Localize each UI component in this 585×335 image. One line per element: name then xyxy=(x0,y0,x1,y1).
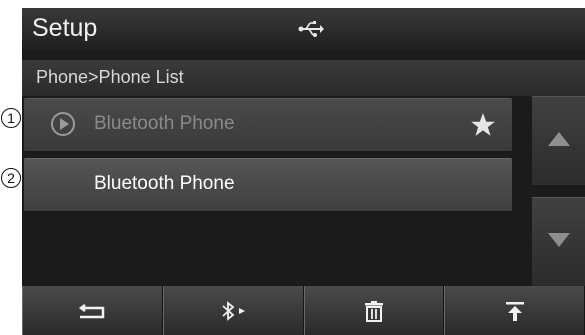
breadcrumb-bar: Phone>Phone List xyxy=(22,60,585,96)
back-icon xyxy=(79,303,105,318)
move-to-top-icon xyxy=(505,301,524,321)
usb-icon xyxy=(298,21,324,37)
page-title: Setup xyxy=(32,14,98,42)
phone-list-item[interactable]: Bluetooth Phone xyxy=(24,98,512,151)
bottom-toolbar xyxy=(22,286,585,335)
breadcrumb: Phone>Phone List xyxy=(36,67,184,87)
callout-marker: 2 xyxy=(1,168,21,188)
trash-icon xyxy=(364,300,383,322)
callout-marker: 1 xyxy=(1,108,21,128)
scroll-up-button[interactable] xyxy=(532,96,585,185)
setup-screen: Setup Phone>Phone List Bluetooth Phone B… xyxy=(22,8,585,335)
title-bar: Setup xyxy=(22,8,585,50)
phone-list-item-label: Bluetooth Phone xyxy=(94,113,235,134)
arrow-down-icon xyxy=(548,233,570,247)
play-icon xyxy=(51,112,75,136)
arrow-up-icon xyxy=(548,132,570,146)
phone-list-item-label: Bluetooth Phone xyxy=(94,173,235,194)
back-button[interactable] xyxy=(22,286,163,335)
move-to-top-button[interactable] xyxy=(444,286,585,335)
star-icon[interactable] xyxy=(470,112,496,138)
phone-list-item[interactable]: Bluetooth Phone xyxy=(24,158,512,211)
bluetooth-connect-icon xyxy=(222,300,246,321)
delete-button[interactable] xyxy=(303,286,445,335)
bluetooth-connect-button[interactable] xyxy=(162,286,304,335)
scroll-down-button[interactable] xyxy=(532,197,585,286)
